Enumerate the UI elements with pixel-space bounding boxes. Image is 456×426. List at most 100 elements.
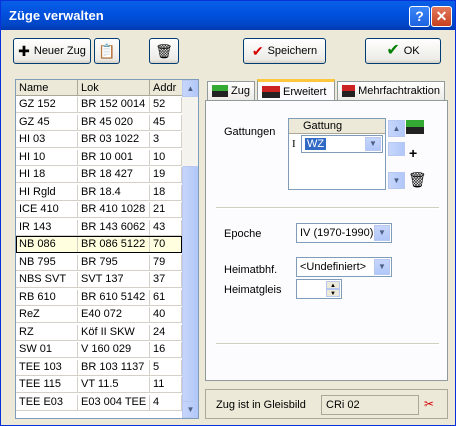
- new-train-label: Neuer Zug: [33, 45, 86, 57]
- list-header: Name Lok Addr: [16, 80, 182, 96]
- heimatbhf-select[interactable]: <Undefiniert> ▼: [296, 257, 392, 277]
- table-cell-lok: V 160 029: [78, 342, 150, 357]
- table-row[interactable]: TEE 115 VT 11.5 11: [16, 377, 182, 393]
- table-cell-addr: 18: [150, 184, 182, 200]
- table-row[interactable]: TEE E03 E03 004 TEE 4: [16, 394, 182, 411]
- stepper-down-button[interactable]: ▼: [326, 289, 340, 297]
- table-row[interactable]: HI 10 BR 10 001 10: [16, 149, 182, 166]
- grid-scroll-thumb[interactable]: [388, 142, 405, 156]
- vertical-scrollbar[interactable]: ▲ ▼: [182, 80, 198, 418]
- table-row[interactable]: HI 03 BR 03 1022 3: [16, 132, 182, 148]
- table-row[interactable]: IR 143 BR 143 6062 43: [16, 219, 182, 236]
- table-cell-addr: 21: [150, 202, 182, 217]
- trash-icon[interactable]: 🗑: [408, 171, 427, 189]
- table-row[interactable]: HI Rgld BR 18.4 18: [16, 184, 182, 201]
- chevron-down-icon[interactable]: ▼: [365, 137, 381, 151]
- heimatgleis-stepper[interactable]: ▲ ▼: [296, 279, 342, 299]
- table-cell-lok: Köf II SKW: [78, 324, 150, 340]
- tab-mehrfachtraktion[interactable]: Mehrfachtraktion: [337, 81, 445, 100]
- column-header-lok[interactable]: Lok: [78, 80, 150, 96]
- table-cell-lok: SVT 137: [78, 272, 150, 287]
- grid-scroll-down-button[interactable]: ▼: [388, 172, 405, 189]
- column-header-name[interactable]: Name: [16, 80, 78, 96]
- table-cell-lok: BR 03 1022: [78, 132, 150, 147]
- table-cell-lok: BR 143 6062: [78, 219, 150, 235]
- divider: [216, 207, 439, 209]
- checkmark-icon: ✔: [251, 43, 264, 59]
- table-cell-name: SW 01: [16, 342, 78, 357]
- ok-label: OK: [403, 45, 420, 57]
- table-cell-addr: 52: [150, 97, 182, 112]
- table-cell-name: ICE 410: [16, 202, 78, 217]
- epoche-select[interactable]: IV (1970-1990) ▼: [296, 223, 392, 243]
- table-cell-addr: 11: [150, 377, 182, 392]
- table-cell-name: HI 03: [16, 132, 78, 147]
- grid-header: Gattung: [289, 119, 385, 134]
- save-button[interactable]: ✔ Speichern: [243, 38, 326, 64]
- close-icon: ✕: [435, 8, 448, 24]
- tab-zug[interactable]: Zug: [207, 81, 255, 100]
- grid-scroll-up-button[interactable]: ▲: [388, 120, 405, 137]
- table-row[interactable]: ReZ E40 072 40: [16, 307, 182, 323]
- table-row[interactable]: ICE 410 BR 410 1028 21: [16, 202, 182, 218]
- status-value-field: CRi 02: [321, 395, 419, 415]
- table-cell-addr: 24: [150, 324, 182, 340]
- table-cell-lok: BR 103 1137: [78, 359, 150, 375]
- close-button[interactable]: ✕: [431, 6, 452, 27]
- gattung-combo[interactable]: WZ ▼: [301, 135, 383, 153]
- plus-icon: ✚: [18, 43, 30, 59]
- table-cell-lok: BR 18.4: [78, 184, 150, 200]
- table-row[interactable]: RZ Köf II SKW 24: [16, 324, 182, 341]
- table-row[interactable]: NBS SVT SVT 137 37: [16, 272, 182, 288]
- tab-mehrfachtraktion-label: Mehrfachtraktion: [358, 85, 440, 97]
- table-cell-name: HI 18: [16, 167, 78, 182]
- train-list[interactable]: Name Lok Addr GZ 152 BR 152 0014 52 GZ 45 BR…: [15, 79, 199, 419]
- delete-button[interactable]: 🗑: [149, 38, 179, 64]
- window-title: Züge verwalten: [9, 8, 104, 23]
- scroll-thumb[interactable]: [182, 166, 198, 404]
- tab-erweitert[interactable]: Erweitert: [257, 79, 335, 101]
- add-gattung-icon[interactable]: +: [409, 145, 417, 161]
- table-row[interactable]: NB 086BR 086 512270▶: [16, 236, 182, 253]
- copy-button[interactable]: 📋: [94, 38, 120, 64]
- chevron-down-icon[interactable]: ▼: [374, 259, 390, 275]
- table-row[interactable]: GZ 45 BR 45 020 45: [16, 114, 182, 131]
- table-row[interactable]: TEE 103 BR 103 1137 5: [16, 359, 182, 376]
- table-cell-lok: BR 410 1028: [78, 202, 150, 217]
- table-row[interactable]: HI 18 BR 18 427 19: [16, 167, 182, 183]
- help-button[interactable]: ?: [409, 6, 430, 27]
- table-cell-name: NBS SVT: [16, 272, 78, 287]
- divider: [216, 343, 439, 345]
- train-icon: [262, 85, 280, 98]
- table-row[interactable]: GZ 152 BR 152 0014 52: [16, 97, 182, 113]
- chevron-down-icon[interactable]: ▼: [374, 225, 390, 241]
- title-bar[interactable]: Züge verwalten ? ✕: [1, 1, 455, 30]
- table-cell-lok: VT 11.5: [78, 377, 150, 392]
- scroll-up-button[interactable]: ▲: [182, 80, 198, 97]
- table-cell-name: TEE 115: [16, 377, 78, 392]
- train-icon[interactable]: [406, 120, 424, 134]
- epoche-label: Epoche: [224, 228, 262, 240]
- checkmark-icon: ✔: [386, 42, 400, 59]
- gattungen-grid[interactable]: Gattung I WZ ▼: [288, 118, 386, 190]
- grid-header-gattung: Gattung: [303, 120, 343, 132]
- remove-from-layout-icon[interactable]: ✂: [424, 397, 434, 411]
- status-label: Zug ist in Gleisbild: [216, 399, 306, 411]
- scroll-down-button[interactable]: ▼: [182, 401, 198, 418]
- table-cell-lok: BR 152 0014: [78, 97, 150, 112]
- column-header-addr[interactable]: Addr: [150, 80, 182, 96]
- heimatbhf-value: <Undefiniert>: [300, 261, 367, 273]
- table-cell-name: ReZ: [16, 307, 78, 322]
- ok-button[interactable]: ✔ OK: [365, 38, 441, 64]
- table-row[interactable]: NB 795 BR 795 79: [16, 254, 182, 271]
- table-cell-name: GZ 45: [16, 114, 78, 130]
- table-row[interactable]: SW 01 V 160 029 16: [16, 342, 182, 358]
- new-train-button[interactable]: ✚ Neuer Zug: [13, 38, 91, 64]
- table-cell-addr: 16: [150, 342, 182, 357]
- table-row[interactable]: RB 610 BR 610 5142 61: [16, 289, 182, 306]
- table-cell-addr: 79: [150, 254, 182, 270]
- stepper-up-button[interactable]: ▲: [326, 281, 340, 289]
- table-cell-lok: E40 072: [78, 307, 150, 322]
- train-icon: [342, 85, 356, 97]
- gattung-value: WZ: [305, 138, 327, 150]
